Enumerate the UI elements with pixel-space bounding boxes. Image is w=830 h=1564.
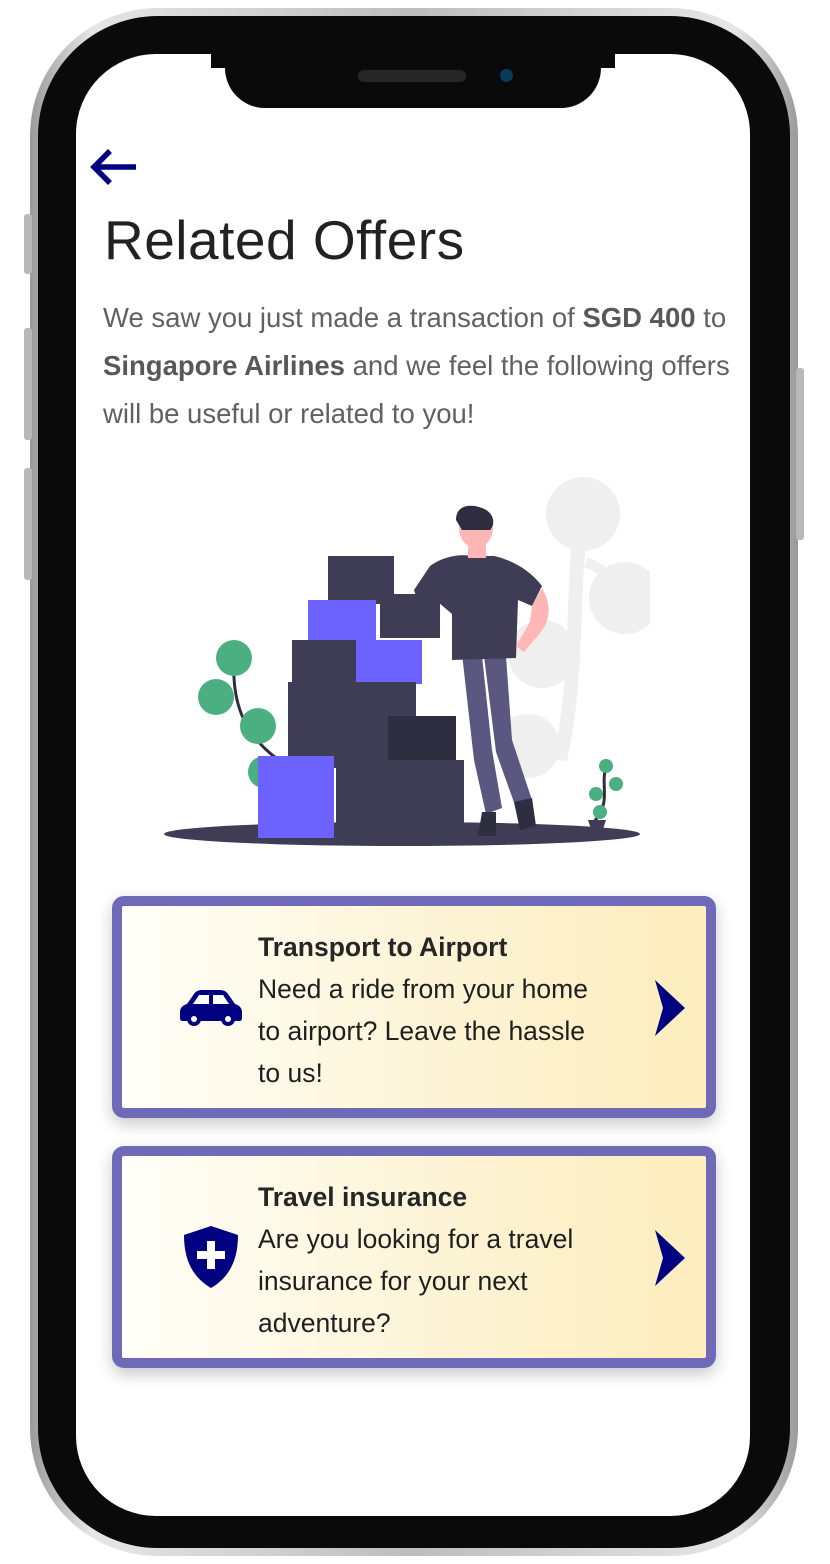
intro-text: We saw you just made a transaction of SG… [103, 294, 743, 438]
offer-title: Transport to Airport [258, 932, 508, 962]
shield-plus-icon [184, 1226, 238, 1288]
right-plant [588, 759, 623, 832]
boxes-illustration [164, 477, 650, 846]
offer-card-insurance[interactable]: Travel insurance Are you looking for a t… [112, 1146, 716, 1368]
chevron-right-icon[interactable] [655, 1230, 685, 1286]
offer-description: Are you looking for a travel insurance f… [258, 1224, 574, 1338]
phone-camera [500, 69, 513, 82]
phone-volume-up [24, 328, 32, 440]
phone-speaker [358, 70, 466, 82]
notch-corner-right [601, 54, 615, 68]
phone-volume-down [24, 468, 32, 580]
phone-power-button [796, 368, 804, 540]
background-plant [496, 477, 650, 778]
chevron-right-icon[interactable] [655, 980, 685, 1036]
arrow-left-icon [90, 149, 136, 185]
phone-mute-switch [24, 214, 32, 274]
intro-prefix: We saw you just made a transaction of [103, 302, 583, 333]
intro-middle: to [695, 302, 727, 333]
car-icon [180, 990, 242, 1026]
notch-corner-left [211, 54, 225, 68]
offer-text-transport: Transport to Airport Need a ride from yo… [258, 926, 588, 1094]
back-button[interactable] [86, 146, 142, 188]
transaction-amount: SGD 400 [582, 302, 696, 333]
offer-description: Need a ride from your home to airport? L… [258, 974, 588, 1088]
offer-text-insurance: Travel insurance Are you looking for a t… [258, 1176, 588, 1344]
offer-card-transport[interactable]: Transport to Airport Need a ride from yo… [112, 896, 716, 1118]
merchant-name: Singapore Airlines [103, 350, 345, 381]
offer-title: Travel insurance [258, 1182, 468, 1212]
page-title: Related Offers [104, 209, 465, 271]
